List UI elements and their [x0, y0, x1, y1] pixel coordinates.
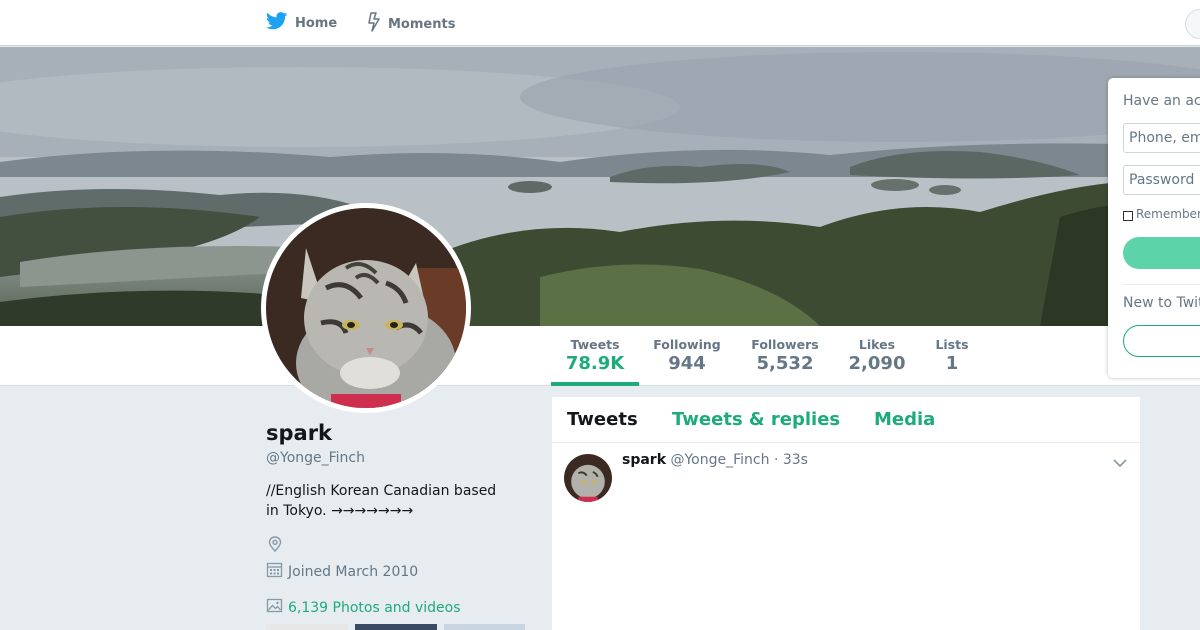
photos-videos-link[interactable]: 6,139 Photos and videos — [266, 597, 461, 618]
active-stat-indicator — [551, 382, 639, 386]
avatar-image — [266, 208, 466, 408]
stat-likes-label: Likes — [858, 337, 896, 352]
remember-me-label: Remember me — [1136, 207, 1200, 221]
nav-moments-label: Moments — [388, 16, 456, 32]
nav-home-label: Home — [295, 15, 338, 31]
timeline-tabs: Tweets Tweets & replies Media — [552, 397, 1140, 443]
timeline: Tweets Tweets & replies Media spark @Yon… — [552, 397, 1140, 630]
tweet-item[interactable]: spark @Yonge_Finch · 33s — [552, 443, 1140, 543]
calendar-icon — [266, 561, 283, 582]
stat-likes-value: 2,090 — [848, 353, 906, 374]
profile-name: spark — [266, 421, 333, 445]
remember-me-checkbox[interactable] — [1123, 211, 1133, 221]
login-card: Have an account? Remember me New to Twit… — [1108, 78, 1200, 378]
stat-following-label: Following — [653, 337, 721, 352]
tweet-separator: · — [773, 452, 779, 468]
image-icon — [266, 597, 283, 618]
nav-moments-link[interactable]: Moments — [367, 12, 455, 36]
profile-avatar[interactable] — [261, 203, 471, 413]
joined-date-row: Joined March 2010 — [266, 561, 418, 582]
login-divider — [1123, 284, 1200, 285]
stat-followers[interactable]: Followers 5,532 — [747, 337, 823, 374]
photos-videos-label: 6,139 Photos and videos — [288, 599, 461, 616]
profile-banner — [0, 47, 1200, 326]
stat-likes[interactable]: Likes 2,090 — [843, 337, 911, 374]
login-button[interactable] — [1123, 237, 1200, 269]
stat-following[interactable]: Following 944 — [647, 337, 727, 374]
media-thumbnail[interactable] — [355, 624, 437, 630]
tab-tweets[interactable]: Tweets — [567, 409, 638, 430]
phone-email-input[interactable] — [1123, 123, 1200, 153]
tweet-author-name[interactable]: spark — [622, 452, 666, 468]
joined-date: Joined March 2010 — [288, 563, 419, 580]
stat-followers-value: 5,532 — [756, 353, 814, 374]
stat-lists[interactable]: Lists 1 — [928, 337, 976, 374]
tweet-avatar[interactable] — [564, 454, 612, 502]
tab-media[interactable]: Media — [874, 409, 935, 430]
top-nav: Home Moments — [0, 0, 1200, 46]
media-thumbnail[interactable] — [444, 624, 525, 630]
profile-stats-bar: Tweets 78.9K Following 944 Followers 5,5… — [0, 326, 1200, 386]
stat-lists-value: 1 — [945, 353, 959, 374]
tweet-author-handle[interactable]: @Yonge_Finch — [670, 452, 769, 468]
lightning-icon — [367, 12, 381, 36]
login-title: Have an account? — [1123, 93, 1200, 109]
tweet-timestamp[interactable]: 33s — [783, 452, 808, 468]
tweet-header: spark @Yonge_Finch · 33s — [622, 452, 808, 468]
stat-tweets-value: 78.9K — [565, 353, 625, 374]
password-input[interactable] — [1123, 165, 1200, 195]
search-input[interactable] — [1185, 9, 1200, 39]
stat-tweets[interactable]: Tweets 78.9K — [551, 337, 639, 374]
nav-home-link[interactable]: Home — [266, 12, 337, 34]
stat-following-value: 944 — [668, 353, 706, 374]
stat-followers-label: Followers — [751, 337, 819, 352]
location-row — [266, 535, 284, 557]
stat-lists-label: Lists — [935, 337, 969, 352]
new-to-twitter: New to Twitter? — [1123, 295, 1200, 311]
remember-me[interactable]: Remember me — [1123, 207, 1200, 221]
signup-button[interactable] — [1123, 325, 1200, 357]
stat-tweets-label: Tweets — [570, 337, 620, 352]
tab-tweets-replies[interactable]: Tweets & replies — [672, 409, 840, 430]
profile-handle: @Yonge_Finch — [266, 450, 365, 466]
chevron-down-icon[interactable] — [1113, 453, 1127, 472]
twitter-bird-icon — [266, 12, 288, 34]
profile-bio: //English Korean Canadian based in Tokyo… — [266, 483, 497, 519]
location-pin-icon — [266, 536, 284, 557]
media-thumbnail[interactable] — [266, 624, 348, 630]
